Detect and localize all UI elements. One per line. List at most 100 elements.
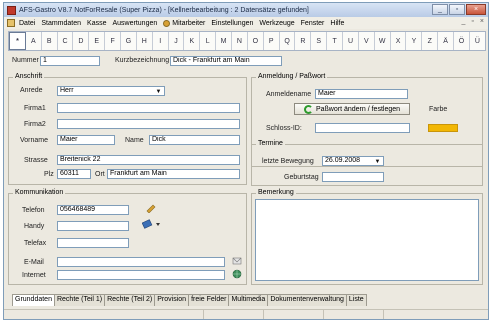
mdi-minimize-button[interactable]: _ — [462, 18, 466, 25]
alpha-letter[interactable]: M — [216, 32, 233, 50]
globe-icon[interactable] — [232, 269, 242, 279]
alpha-letter[interactable]: O — [248, 32, 264, 50]
tab-freie-felder[interactable]: freie Felder — [188, 294, 230, 306]
alpha-letter[interactable]: G — [121, 32, 137, 50]
schloss-id-field[interactable] — [315, 123, 410, 133]
alpha-letter[interactable]: N — [232, 32, 248, 50]
menu-werkzeuge[interactable]: Werkzeuge — [259, 20, 294, 27]
kurzbezeichnung-field[interactable]: Dick - Frankfurt am Main — [170, 56, 282, 66]
menu-mitarbeiter[interactable]: Mitarbeiter — [163, 19, 206, 27]
tab-dokumentenverwaltung[interactable]: Dokumentenverwaltung — [267, 294, 347, 306]
telefax-label: Telefax — [24, 240, 47, 247]
alpha-letter[interactable]: A — [26, 32, 42, 50]
menu-datei[interactable]: Datei — [19, 20, 35, 27]
alpha-letter[interactable]: Ü — [470, 32, 485, 50]
anrede-value: Herr — [60, 87, 74, 94]
alpha-letter[interactable]: P — [264, 32, 280, 50]
alpha-all[interactable]: * — [9, 32, 26, 50]
chevron-down-icon[interactable]: ▼ — [154, 88, 163, 95]
internet-label: Internet — [22, 272, 46, 279]
menu-einstellungen[interactable]: Einstellungen — [211, 20, 253, 27]
farbe-label: Farbe — [429, 106, 448, 113]
anmeldename-label: Anmeldename — [266, 91, 312, 98]
alpha-letter[interactable]: Ä — [438, 32, 455, 50]
strasse-field[interactable]: Breitenick 22 — [57, 155, 240, 165]
alpha-letter[interactable]: C — [58, 32, 74, 50]
menu-kasse[interactable]: Kasse — [87, 20, 106, 27]
name-field[interactable]: Dick — [149, 135, 240, 145]
anmeldung-title: Anmeldung / Paßwort — [256, 73, 328, 80]
tab-rechte-teil-1[interactable]: Rechte (Teil 1) — [53, 294, 106, 306]
close-button[interactable]: × — [466, 4, 486, 15]
termine-title: Termine — [256, 140, 285, 147]
passwort-aendern-button[interactable]: Paßwort ändern / festlegen — [294, 103, 410, 115]
alpha-letter[interactable]: B — [42, 32, 58, 50]
alpha-letter[interactable]: R — [295, 32, 312, 50]
alpha-letter[interactable]: U — [343, 32, 359, 50]
alpha-letter[interactable]: F — [105, 32, 122, 50]
tab-grunddaten[interactable]: Grunddaten — [12, 294, 55, 306]
mobile-phone-icon[interactable] — [142, 219, 162, 229]
alpha-letter[interactable]: W — [375, 32, 391, 50]
tab-provision[interactable]: Provision — [154, 294, 190, 306]
nummer-field[interactable]: 1 — [40, 56, 100, 66]
menu-hilfe[interactable]: Hilfe — [330, 20, 344, 27]
alpha-letter[interactable]: S — [311, 32, 328, 50]
menu-fenster[interactable]: Fenster — [301, 20, 325, 27]
alphabet-filter-bar: * A B C D E F G H I J K L M N O P Q R S … — [8, 31, 486, 51]
menu-bar: Datei Stammdaten Kasse Auswertungen Mita… — [4, 17, 488, 29]
bemerkung-textarea[interactable] — [255, 199, 479, 281]
anrede-select[interactable]: Herr ▼ — [57, 86, 165, 96]
plz-field[interactable]: 60311 — [57, 169, 91, 179]
anschrift-title: Anschrift — [13, 73, 45, 80]
internet-field[interactable] — [57, 270, 225, 280]
bemerkung-title: Bemerkung — [256, 189, 296, 196]
firma1-field[interactable] — [57, 103, 240, 113]
mdi-restore-button[interactable]: ▫ — [471, 18, 473, 25]
alpha-letter[interactable]: J — [169, 32, 185, 50]
status-cell — [264, 310, 324, 319]
alpha-letter[interactable]: Ö — [454, 32, 470, 50]
email-field[interactable] — [57, 257, 225, 267]
alpha-letter[interactable]: V — [359, 32, 375, 50]
ort-field[interactable]: Frankfurt am Main — [107, 169, 240, 179]
mdi-close-button[interactable]: × — [480, 18, 484, 25]
alpha-letter[interactable]: I — [153, 32, 169, 50]
tab-liste[interactable]: Liste — [345, 294, 367, 306]
kurzbezeichnung-label: Kurzbezeichnung — [115, 57, 170, 64]
anmeldename-field[interactable]: Maier — [315, 89, 408, 99]
tab-multimedia[interactable]: Multimedia — [228, 294, 269, 306]
menu-stammdaten[interactable]: Stammdaten — [41, 20, 81, 27]
alpha-letter[interactable]: D — [73, 32, 90, 50]
handy-field[interactable] — [57, 221, 129, 231]
alpha-letter[interactable]: Z — [422, 32, 439, 50]
menu-mitarbeiter-label: Mitarbeiter — [172, 19, 206, 27]
passwort-aendern-label: Paßwort ändern / festlegen — [315, 105, 401, 113]
schloss-id-label: Schloss-ID: — [266, 125, 302, 132]
handy-label: Handy — [24, 223, 45, 230]
alpha-letter[interactable]: L — [200, 32, 217, 50]
telefon-field[interactable]: 056468489 — [57, 205, 129, 215]
phone-icon[interactable] — [145, 203, 157, 213]
farbe-color-swatch[interactable] — [428, 124, 458, 132]
vorname-field[interactable]: Maier — [57, 135, 115, 145]
letzte-bewegung-datepicker[interactable]: 26.09.2008 ▼ — [322, 156, 384, 166]
telefax-field[interactable] — [57, 238, 129, 248]
alpha-letter[interactable]: X — [391, 32, 407, 50]
menu-auswertungen[interactable]: Auswertungen — [113, 20, 158, 27]
alpha-letter[interactable]: Q — [280, 32, 296, 50]
alpha-letter[interactable]: Y — [406, 32, 423, 50]
alpha-letter[interactable]: T — [327, 32, 344, 50]
alpha-letter[interactable]: E — [89, 32, 106, 50]
geburtstag-field[interactable] — [322, 172, 384, 182]
maximize-button[interactable]: ▫ — [449, 4, 465, 15]
alpha-letter[interactable]: K — [184, 32, 201, 50]
minimize-button[interactable]: _ — [432, 4, 448, 15]
tab-rechte-teil-2[interactable]: Rechte (Teil 2) — [104, 294, 156, 306]
alpha-letter[interactable]: H — [137, 32, 153, 50]
chevron-down-icon[interactable]: ▼ — [373, 158, 382, 165]
firma2-field[interactable] — [57, 119, 240, 129]
document-icon — [7, 19, 15, 27]
status-cell — [204, 310, 264, 319]
email-icon[interactable] — [232, 256, 242, 266]
